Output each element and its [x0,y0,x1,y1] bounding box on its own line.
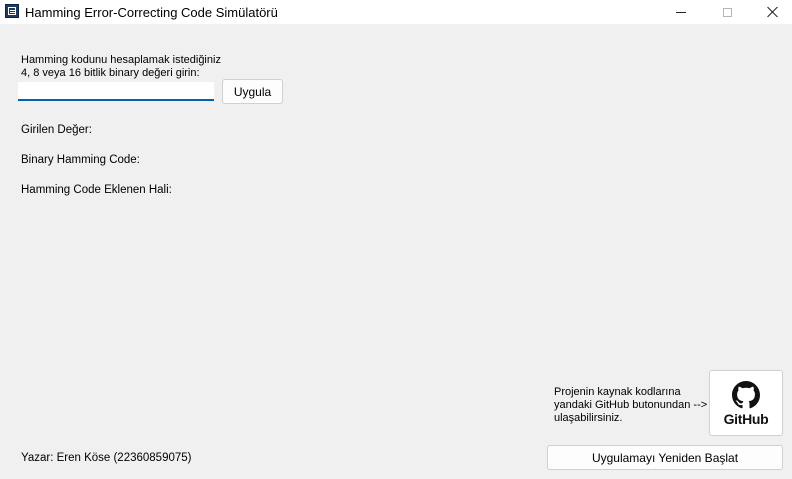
apply-button[interactable]: Uygula [222,79,283,104]
maximize-button[interactable] [704,0,750,24]
instruction-line-2: 4, 8 veya 16 bitlik binary değeri girin: [21,67,200,79]
minimize-button[interactable] [658,0,704,24]
app-window-icon [5,4,19,18]
github-note: Projenin kaynak kodlarına yandaki GitHub… [554,386,707,425]
github-button[interactable]: GitHub [709,370,783,436]
window-title: Hamming Error-Correcting Code Simülatörü [25,5,278,20]
close-icon [767,6,779,18]
app-window: Hamming Error-Correcting Code Simülatörü… [0,0,792,479]
github-button-label: GitHub [723,411,769,427]
input-instruction: Hamming kodunu hesaplamak istediğiniz 4,… [21,54,221,80]
github-note-line-2: yandaki GitHub butonundan --> [554,399,708,411]
maximize-icon [722,7,732,17]
author-label: Yazar: Eren Köse (22360859075) [21,452,192,464]
hamming-code-added-label: Hamming Code Eklenen Hali: [21,184,172,196]
minimize-icon [676,11,686,13]
github-icon [732,381,760,409]
github-note-line-3: ulaşabilirsiniz. [554,412,623,424]
title-bar: Hamming Error-Correcting Code Simülatörü [0,0,792,24]
restart-app-button[interactable]: Uygulamayı Yeniden Başlat [547,445,783,470]
instruction-line-1: Hamming kodunu hesaplamak istediğiniz [21,54,221,66]
binary-hamming-code-label: Binary Hamming Code: [21,154,140,166]
entered-value-label: Girilen Değer: [21,124,92,136]
binary-value-input[interactable] [18,82,214,101]
github-note-line-1: Projenin kaynak kodlarına [554,386,681,398]
close-button[interactable] [750,0,792,24]
